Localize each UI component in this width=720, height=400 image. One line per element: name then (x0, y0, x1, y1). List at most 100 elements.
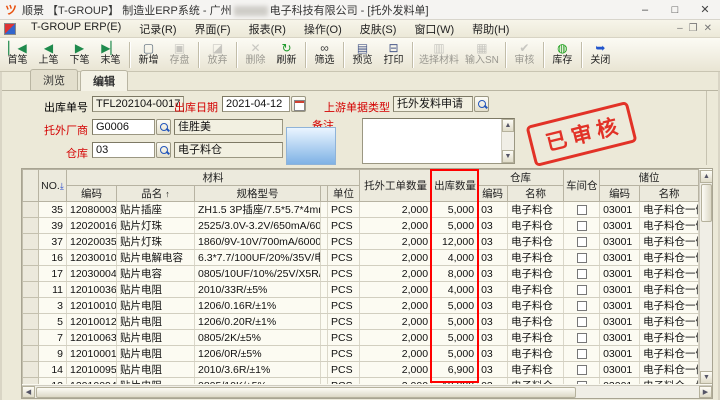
cell-location-code[interactable]: 03001 (600, 314, 640, 330)
cell-spec[interactable]: 1860/9V-10V/700mA/6000K-6500K/... (195, 234, 321, 250)
cell-spec[interactable]: 2525/3.0V-3.2V/650mA/6000K-650... (195, 218, 321, 234)
horizontal-scrollbar[interactable]: ◀ ▶ (22, 385, 712, 398)
upstream-lookup-icon[interactable] (474, 96, 489, 112)
vendor-code-field[interactable]: G0006 (92, 119, 155, 135)
cell-out-qty[interactable]: 5,000 (432, 346, 478, 362)
cell-work-order-qty[interactable]: 2,000 (360, 362, 432, 378)
cell-name[interactable]: 贴片电阻 (117, 362, 195, 378)
cell-code[interactable]: 12080003 (67, 202, 117, 218)
cell-location-name[interactable]: 电子料仓一储 (640, 266, 699, 282)
cell-code[interactable]: 12010095 (67, 362, 117, 378)
cell-narrow[interactable] (321, 234, 328, 250)
menu-item-2[interactable]: 记录(R) (130, 20, 185, 38)
cell-location-code[interactable]: 03001 (600, 234, 640, 250)
cell-name[interactable]: 贴片电阻 (117, 346, 195, 362)
cell-spec[interactable]: 2010/33R/±5% (195, 282, 321, 298)
cell-code[interactable]: 12010012 (67, 314, 117, 330)
cell-work-order-qty[interactable]: 2,000 (360, 234, 432, 250)
cell-code[interactable]: 12010001 (67, 346, 117, 362)
cell-code[interactable]: 12010063 (67, 330, 117, 346)
cell-workshop-checkbox[interactable] (564, 266, 600, 282)
cell-location-code[interactable]: 03001 (600, 202, 640, 218)
cell-workshop-checkbox[interactable] (564, 346, 600, 362)
cell-code[interactable]: 12010094 (67, 378, 117, 385)
cell-name[interactable]: 贴片电阻 (117, 330, 195, 346)
cell-warehouse-code[interactable]: 03 (478, 362, 508, 378)
cell-spec[interactable]: 0805/10K/±5% (195, 378, 321, 385)
workshop-checkbox[interactable] (577, 317, 587, 327)
cell-warehouse-name[interactable]: 电子料仓 (508, 250, 564, 266)
scroll-up-icon[interactable]: ▲ (502, 119, 514, 132)
cell-warehouse-name[interactable]: 电子料仓 (508, 234, 564, 250)
unit-header[interactable]: 单位 (328, 186, 360, 202)
cell-out-qty[interactable]: 4,000 (432, 282, 478, 298)
cell-unit[interactable]: PCS (328, 218, 360, 234)
cell-spec[interactable]: 6.3*7.7/100UF/20%/35V/电解/105℃ (195, 250, 321, 266)
cell-unit[interactable]: PCS (328, 346, 360, 362)
tab-编辑[interactable]: 编辑 (80, 70, 128, 91)
cell-out-qty[interactable]: 10,000 (432, 378, 478, 385)
warehouse-code-field[interactable]: 03 (92, 142, 155, 158)
cell-workshop-checkbox[interactable] (564, 298, 600, 314)
cell-work-order-qty[interactable]: 2,000 (360, 330, 432, 346)
minimize-button[interactable]: – (630, 0, 660, 19)
remark-textarea[interactable]: ▲▼ (362, 118, 515, 164)
cell-unit[interactable]: PCS (328, 282, 360, 298)
date-field[interactable]: 2021-04-12 (222, 96, 290, 112)
cell-warehouse-code[interactable]: 03 (478, 330, 508, 346)
first-record-button[interactable]: ▏◀首笔 (2, 39, 33, 71)
cell-location-code[interactable]: 03001 (600, 298, 640, 314)
row-selector[interactable] (23, 202, 39, 218)
cell-workshop-checkbox[interactable] (564, 202, 600, 218)
cell-spec[interactable]: 2010/3.6R/±1% (195, 362, 321, 378)
cell-out-qty[interactable]: 4,000 (432, 250, 478, 266)
loc-name-header[interactable]: 名称 (640, 186, 699, 202)
cell-no[interactable]: 17 (39, 266, 67, 282)
cell-location-name[interactable]: 电子料仓一储 (640, 330, 699, 346)
workshop-checkbox[interactable] (577, 205, 587, 215)
menu-item-6[interactable]: 皮肤(S) (351, 20, 406, 38)
workshop-checkbox[interactable] (577, 349, 587, 359)
cell-code[interactable]: 12010036 (67, 282, 117, 298)
workshop-checkbox[interactable] (577, 285, 587, 295)
workshop-checkbox[interactable] (577, 301, 587, 311)
mdi-close-button[interactable]: ✕ (704, 23, 712, 34)
filter-button[interactable]: ∞筛选 (309, 39, 340, 71)
scroll-up-icon[interactable]: ▲ (700, 170, 712, 183)
menu-item-8[interactable]: 帮助(H) (463, 20, 518, 38)
cell-location-code[interactable]: 03001 (600, 346, 640, 362)
workshop-checkbox[interactable] (577, 269, 587, 279)
cell-work-order-qty[interactable]: 2,000 (360, 298, 432, 314)
cell-name[interactable]: 贴片电解电容 (117, 250, 195, 266)
cell-narrow[interactable] (321, 298, 328, 314)
tab-浏览[interactable]: 浏览 (30, 69, 78, 90)
cell-location-code[interactable]: 03001 (600, 282, 640, 298)
cell-spec[interactable]: 1206/0.20R/±1% (195, 314, 321, 330)
cell-name[interactable]: 贴片灯珠 (117, 234, 195, 250)
cell-warehouse-name[interactable]: 电子料仓 (508, 298, 564, 314)
cell-warehouse-code[interactable]: 03 (478, 234, 508, 250)
cell-warehouse-code[interactable]: 03 (478, 314, 508, 330)
cell-work-order-qty[interactable]: 2,000 (360, 202, 432, 218)
cell-unit[interactable]: PCS (328, 378, 360, 385)
scroll-right-icon[interactable]: ▶ (699, 386, 712, 398)
row-selector[interactable] (23, 362, 39, 378)
cell-spec[interactable]: 1206/0.16R/±1% (195, 298, 321, 314)
code-header[interactable]: 编码 (67, 186, 117, 202)
cell-narrow[interactable] (321, 202, 328, 218)
cell-unit[interactable]: PCS (328, 330, 360, 346)
cell-work-order-qty[interactable]: 2,000 (360, 314, 432, 330)
cell-location-code[interactable]: 03001 (600, 250, 640, 266)
cell-narrow[interactable] (321, 378, 328, 385)
remark-scrollbar[interactable]: ▲▼ (501, 119, 514, 163)
cell-workshop-checkbox[interactable] (564, 282, 600, 298)
row-selector[interactable] (23, 282, 39, 298)
wh-name-header[interactable]: 名称 (508, 186, 564, 202)
cell-narrow[interactable] (321, 346, 328, 362)
close-button[interactable]: ✕ (690, 0, 720, 19)
cell-workshop-checkbox[interactable] (564, 362, 600, 378)
cell-out-qty[interactable]: 8,000 (432, 266, 478, 282)
cell-out-qty[interactable]: 5,000 (432, 218, 478, 234)
cell-work-order-qty[interactable]: 2,000 (360, 282, 432, 298)
cell-no[interactable]: 14 (39, 362, 67, 378)
